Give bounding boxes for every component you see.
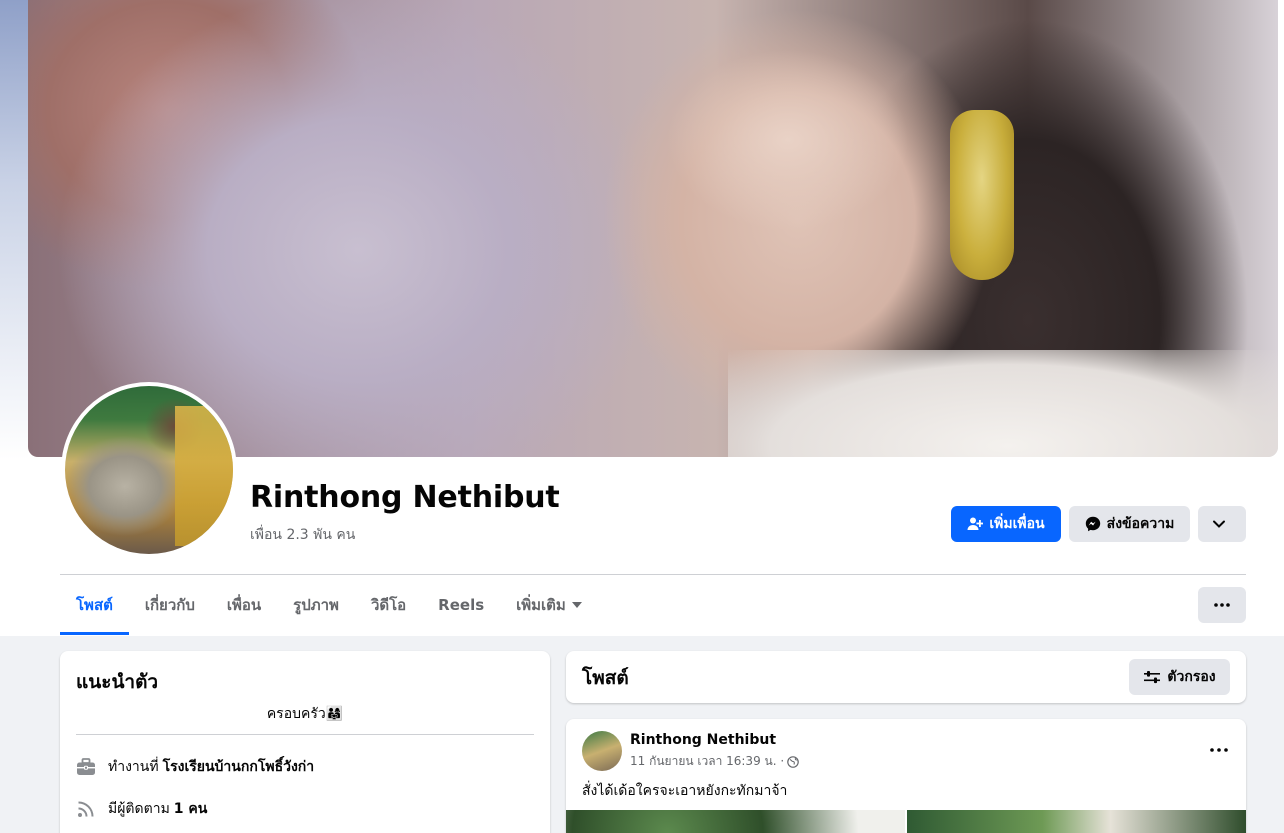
posts-title: โพสต์	[582, 667, 629, 689]
followers-prefix: มีผู้ติดตาม	[108, 801, 170, 817]
tab-about[interactable]: เกี่ยวกับ	[129, 575, 211, 635]
more-horizontal-icon	[1210, 748, 1228, 752]
add-friend-icon	[967, 517, 984, 530]
tab-photos-label: รูปภาพ	[293, 596, 339, 614]
post-photo-1[interactable]	[566, 810, 905, 833]
intro-bio: ครอบครัว👨‍👩‍👧	[266, 706, 344, 722]
briefcase-icon	[76, 757, 96, 777]
tab-about-label: เกี่ยวกับ	[144, 596, 195, 614]
post-meta: 11 กันยายน เวลา 16:39 น. ·	[630, 752, 799, 771]
tab-more[interactable]: เพิ่มเติม	[500, 575, 598, 635]
post-text: สั่งได้เด้อใครจะเอาหยังกะทักมาจ้า	[582, 783, 788, 799]
followers-count[interactable]: 1 คน	[174, 798, 208, 820]
post-author-avatar[interactable]	[582, 731, 622, 771]
more-options-button[interactable]	[1198, 587, 1246, 623]
post-timestamp[interactable]: 11 กันยายน เวลา 16:39 น. ·	[630, 752, 784, 771]
profile-name: Rinthong Nethibut	[250, 480, 560, 515]
tab-posts[interactable]: โพสต์	[60, 575, 129, 635]
globe-icon	[787, 755, 799, 768]
cover-dress-detail	[728, 350, 1278, 457]
tab-more-label: เพิ่มเติม	[516, 596, 566, 614]
tab-photos[interactable]: รูปภาพ	[277, 575, 355, 635]
caret-down-icon	[571, 602, 582, 608]
post-photo-2[interactable]	[907, 810, 1246, 833]
profile-tabs: โพสต์ เกี่ยวกับ เพื่อน รูปภาพ วิดีโอ Ree…	[60, 575, 598, 635]
add-friend-label: เพิ่มเพื่อน	[989, 516, 1045, 532]
post-author-name[interactable]: Rinthong Nethibut	[630, 732, 776, 748]
left-gradient-edge	[0, 0, 28, 460]
avatar-shrine-detail	[175, 406, 233, 546]
cover-earring-detail	[950, 110, 1014, 280]
intro-divider	[76, 734, 534, 735]
message-button[interactable]: ส่งข้อความ	[1069, 506, 1190, 542]
add-friend-button[interactable]: เพิ่มเพื่อน	[951, 506, 1061, 542]
filter-sliders-icon	[1144, 671, 1161, 684]
tab-videos-label: วิดีโอ	[370, 596, 407, 614]
work-place-link[interactable]: โรงเรียนบ้านกกโพธิ์วังก่า	[163, 756, 315, 778]
more-horizontal-icon	[1214, 603, 1230, 607]
work-prefix: ทำงานที่	[108, 759, 159, 775]
intro-work-row: ทำงานที่ โรงเรียนบ้านกกโพธิ์วังก่า	[76, 756, 314, 778]
messenger-icon	[1085, 516, 1100, 532]
tab-reels[interactable]: Reels	[422, 575, 500, 635]
intro-card: แนะนำตัว ครอบครัว👨‍👩‍👧 ทำงานที่ โรงเรียน…	[60, 651, 550, 833]
tab-posts-label: โพสต์	[76, 596, 113, 614]
tab-friends[interactable]: เพื่อน	[211, 575, 277, 635]
post-options-button[interactable]	[1210, 737, 1228, 756]
cover-photo[interactable]	[28, 0, 1278, 457]
tab-videos[interactable]: วิดีโอ	[355, 575, 422, 635]
tab-friends-label: เพื่อน	[226, 596, 262, 614]
filter-label: ตัวกรอง	[1167, 669, 1216, 685]
profile-avatar[interactable]	[65, 386, 233, 554]
chevron-down-icon	[1213, 520, 1225, 528]
friends-count[interactable]: เพื่อน 2.3 พัน คน	[250, 524, 355, 546]
filter-button[interactable]: ตัวกรอง	[1129, 659, 1230, 695]
intro-followers-row: มีผู้ติดตาม 1 คน	[76, 798, 207, 820]
post-card: Rinthong Nethibut 11 กันยายน เวลา 16:39 …	[566, 719, 1246, 833]
posts-header-card: โพสต์ ตัวกรอง	[566, 651, 1246, 703]
profile-options-button[interactable]	[1198, 506, 1246, 542]
intro-title: แนะนำตัว	[76, 671, 159, 693]
tab-reels-label: Reels	[438, 596, 485, 614]
message-label: ส่งข้อความ	[1106, 516, 1175, 532]
rss-followers-icon	[76, 799, 96, 819]
